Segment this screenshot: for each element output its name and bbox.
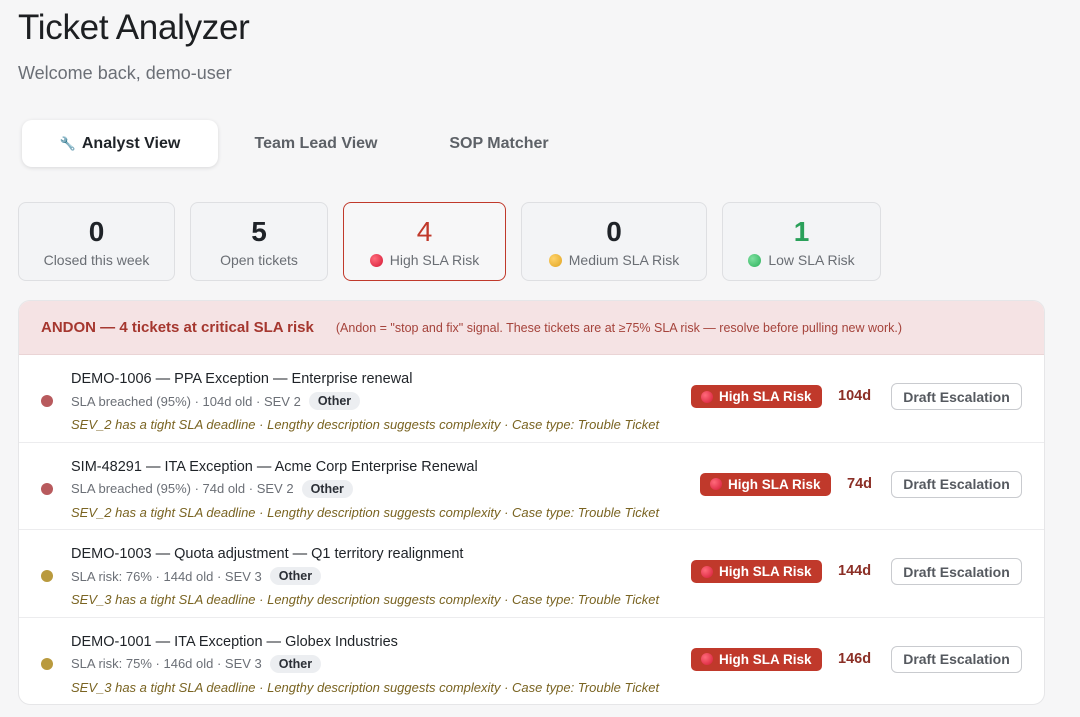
tab-team-lead-view[interactable]: Team Lead View xyxy=(218,120,414,167)
view-tabs: 🔧 Analyst View Team Lead View SOP Matche… xyxy=(22,120,584,167)
stat-label: Closed this week xyxy=(43,252,150,268)
draft-escalation-button[interactable]: Draft Escalation xyxy=(891,470,1022,498)
ticket-row[interactable]: DEMO-1003 — Quota adjustment — Q1 territ… xyxy=(19,530,1044,618)
status-dot xyxy=(41,482,53,495)
status-dot xyxy=(41,657,53,670)
ticket-age: 144d xyxy=(838,563,872,579)
ticket-tag: Other xyxy=(301,479,353,498)
ticket-row[interactable]: DEMO-1006 — PPA Exception — Enterprise r… xyxy=(19,355,1044,443)
ticket-title: SIM-48291 — ITA Exception — Acme Corp En… xyxy=(71,458,478,475)
risk-badge: High SLA Risk xyxy=(691,560,822,583)
stat-value: 5 xyxy=(251,216,267,247)
status-dot xyxy=(41,395,53,407)
stat-value: 4 xyxy=(416,216,433,247)
draft-escalation-button[interactable]: Draft Escalation xyxy=(891,383,1022,410)
ticket-row[interactable]: DEMO-1001 — ITA Exception — Globex Indus… xyxy=(19,618,1044,705)
andon-note: (Andon = "stop and fix" signal. These ti… xyxy=(335,320,903,335)
red-circle-icon xyxy=(369,253,383,267)
ticket-age: 146d xyxy=(838,650,872,667)
ticket-meta: SLA risk: 75% · 146d old · SEV 3 xyxy=(71,656,262,671)
stat-value: 0 xyxy=(88,216,105,247)
ticket-reason: SEV_3 has a tight SLA deadline · Lengthy… xyxy=(71,592,660,607)
ticket-tag: Other xyxy=(269,654,322,673)
ticket-title: DEMO-1003 — Quota adjustment — Q1 territ… xyxy=(71,546,464,562)
ticket-meta: SLA breached (95%) · 74d old · SEV 2 xyxy=(71,481,294,496)
risk-badge: High SLA Risk xyxy=(691,647,822,671)
stat-high-sla-risk[interactable]: 4 High SLA Risk xyxy=(343,202,506,281)
yellow-circle-icon xyxy=(548,253,562,267)
risk-badge: High SLA Risk xyxy=(700,472,831,496)
tab-analyst-view[interactable]: 🔧 Analyst View xyxy=(22,120,218,167)
stat-medium-sla-risk[interactable]: 0 Medium SLA Risk xyxy=(521,202,707,281)
stat-low-sla-risk[interactable]: 1 Low SLA Risk xyxy=(722,202,881,281)
draft-escalation-button[interactable]: Draft Escalation xyxy=(891,558,1022,585)
risk-label: High SLA Risk xyxy=(719,389,812,404)
ticket-reason: SEV_2 has a tight SLA deadline · Lengthy… xyxy=(71,417,660,432)
stat-open-tickets: 5 Open tickets xyxy=(190,202,328,281)
andon-panel: ANDON — 4 tickets at critical SLA risk (… xyxy=(18,300,1045,705)
welcome-subtitle: Welcome back, demo-user xyxy=(18,63,232,83)
ticket-meta: SLA risk: 76% · 144d old · SEV 3 xyxy=(71,568,262,584)
stat-value: 1 xyxy=(793,216,810,247)
tab-analyst-view-label: Analyst View xyxy=(81,134,181,152)
red-circle-icon xyxy=(701,390,713,403)
page-title: Ticket Analyzer xyxy=(18,8,250,47)
tab-sop-matcher[interactable]: SOP Matcher xyxy=(414,120,584,167)
ticket-age: 104d xyxy=(838,388,872,404)
draft-escalation-button[interactable]: Draft Escalation xyxy=(891,645,1022,673)
ticket-title: DEMO-1001 — ITA Exception — Globex Indus… xyxy=(71,633,398,650)
ticket-meta: SLA breached (95%) · 104d old · SEV 2 xyxy=(71,393,301,409)
risk-label: High SLA Risk xyxy=(719,651,812,667)
andon-header: ANDON — 4 tickets at critical SLA risk (… xyxy=(19,301,1044,355)
ticket-tag: Other xyxy=(269,567,322,585)
stat-label: Medium SLA Risk xyxy=(568,252,680,268)
stat-label: Low SLA Risk xyxy=(768,252,855,268)
red-circle-icon xyxy=(701,653,713,665)
stat-closed-this-week: 0 Closed this week xyxy=(18,202,175,281)
ticket-analyzer-page: Ticket Analyzer Welcome back, demo-user … xyxy=(0,0,1080,717)
stat-value: 0 xyxy=(606,216,622,247)
tab-team-lead-view-label: Team Lead View xyxy=(254,134,378,152)
green-circle-icon xyxy=(748,253,762,267)
status-dot xyxy=(41,570,53,582)
stat-label: High SLA Risk xyxy=(389,252,480,268)
tab-sop-matcher-label: SOP Matcher xyxy=(449,134,549,152)
red-circle-icon xyxy=(710,478,722,490)
ticket-reason: SEV_3 has a tight SLA deadline · Lengthy… xyxy=(71,679,660,695)
risk-label: High SLA Risk xyxy=(719,564,812,579)
risk-label: High SLA Risk xyxy=(728,476,821,492)
ticket-tag: Other xyxy=(308,392,361,410)
ticket-reason: SEV_2 has a tight SLA deadline · Lengthy… xyxy=(71,504,660,520)
red-circle-icon xyxy=(701,565,713,578)
andon-title: ANDON — 4 tickets at critical SLA risk xyxy=(41,319,314,336)
risk-badge: High SLA Risk xyxy=(691,385,822,408)
ticket-title: DEMO-1006 — PPA Exception — Enterprise r… xyxy=(71,371,413,387)
stat-label: Open tickets xyxy=(220,252,298,268)
ticket-age: 74d xyxy=(847,475,872,492)
ticket-row[interactable]: SIM-48291 — ITA Exception — Acme Corp En… xyxy=(19,443,1044,530)
wrench-icon: 🔧 xyxy=(59,135,76,151)
